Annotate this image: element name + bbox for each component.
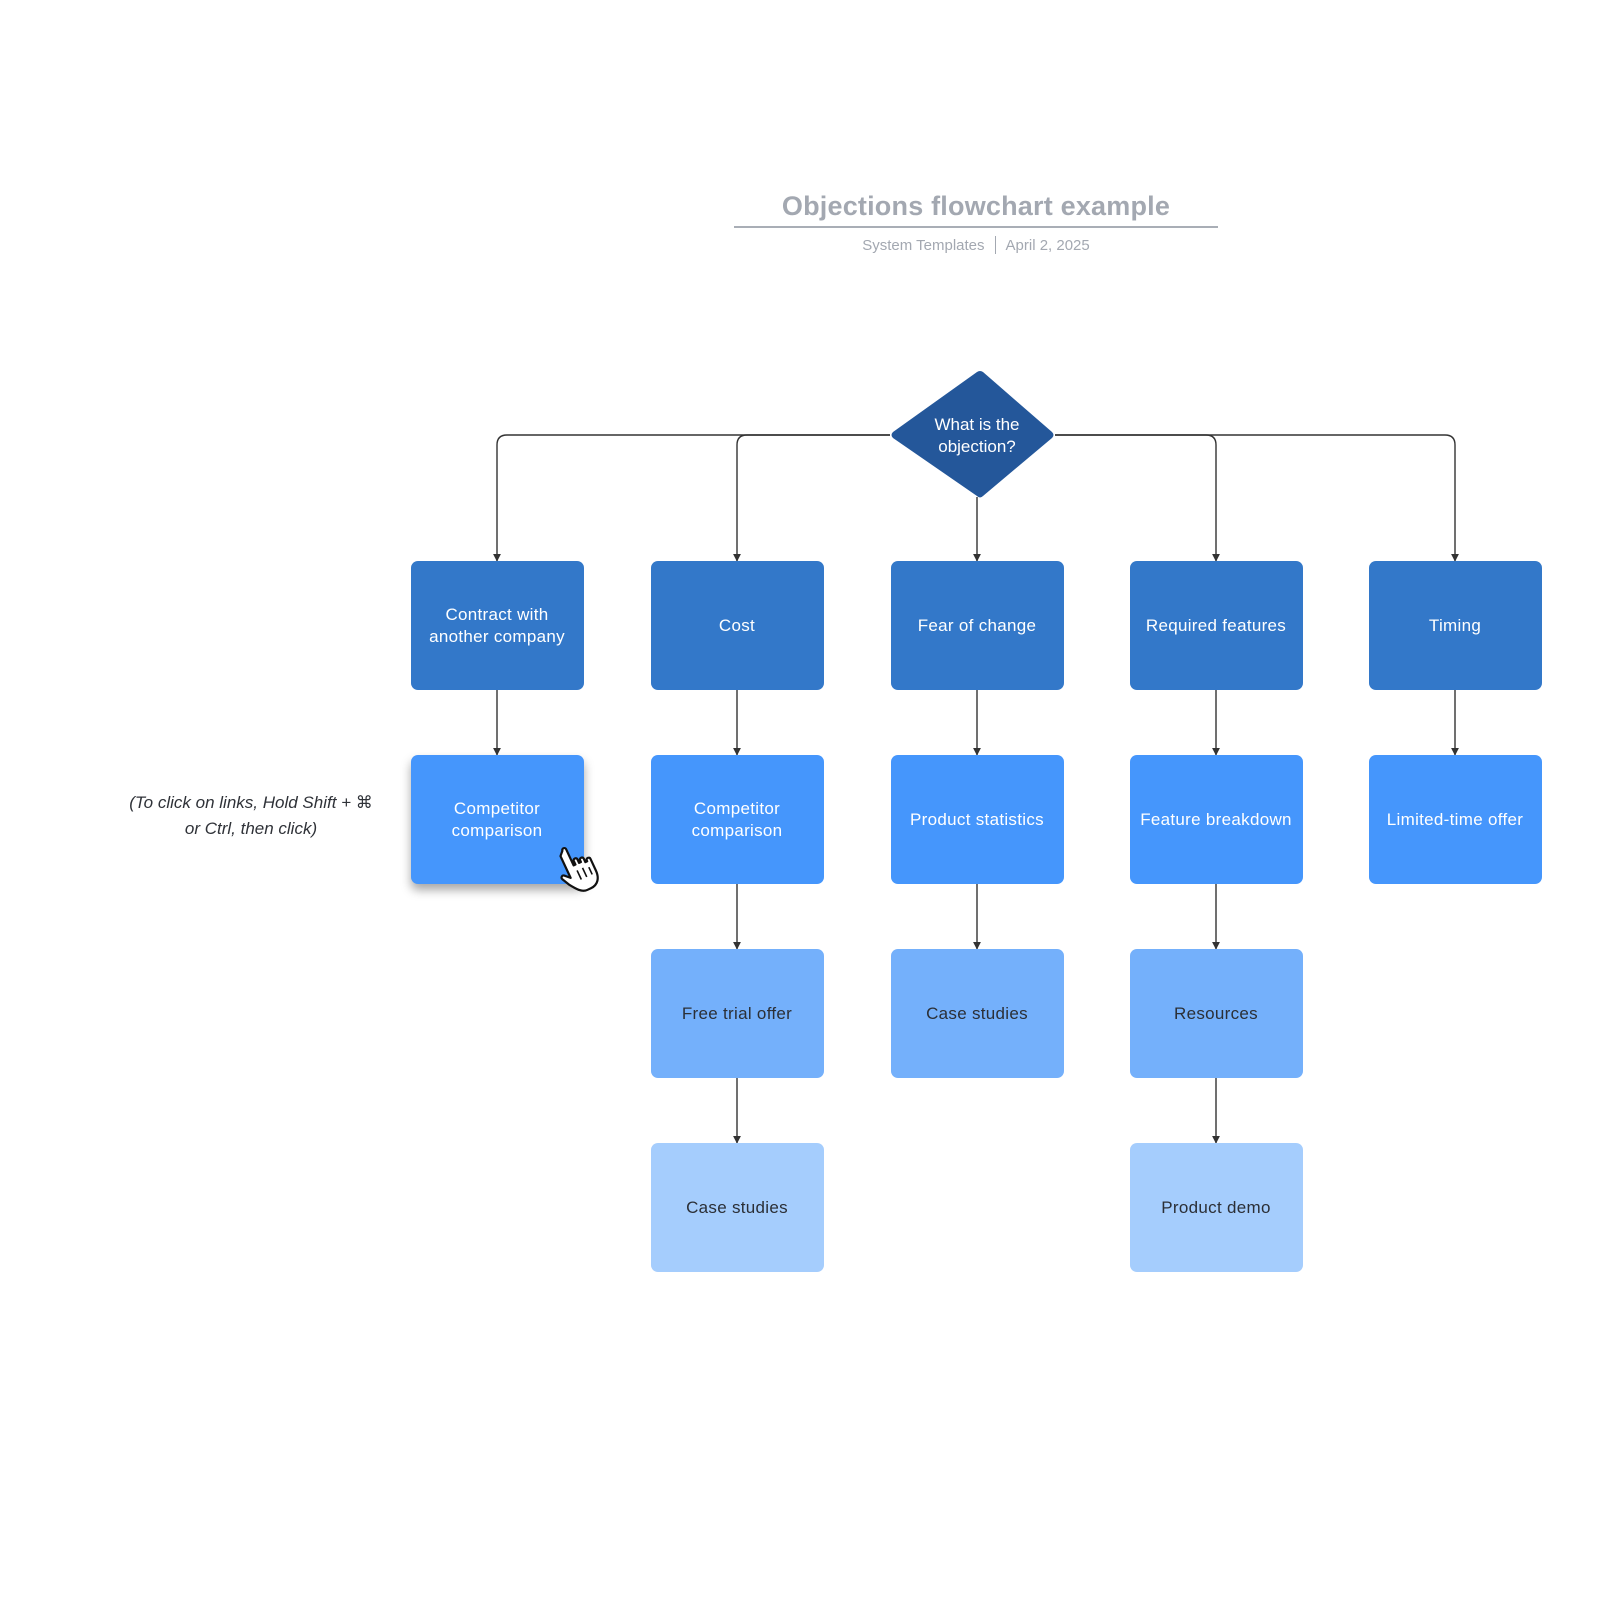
- node-label: Free trial offer: [681, 1003, 793, 1023]
- objection-node[interactable]: Fear of change: [890, 561, 1064, 690]
- connector-decision-to-objection: [733, 434, 890, 562]
- response-node[interactable]: Product statistics: [890, 755, 1064, 884]
- node-label: Feature breakdown: [1140, 809, 1292, 829]
- link-hint-line-1: (To click on links, Hold Shift + ⌘: [129, 793, 373, 812]
- node-label: Competitor comparison: [691, 798, 783, 840]
- response-node[interactable]: Case studies: [890, 949, 1064, 1078]
- pointer-hand-icon: [559, 847, 599, 892]
- node-label: Resources: [1174, 1003, 1258, 1023]
- objection-node[interactable]: Timing: [1368, 561, 1542, 690]
- node-label: Product statistics: [910, 809, 1044, 829]
- connector-decision-to-objection: [1055, 434, 1220, 562]
- response-node[interactable]: Feature breakdown: [1129, 755, 1303, 884]
- node-label: Limited-time offer: [1386, 809, 1524, 829]
- response-node[interactable]: Limited-time offer: [1368, 755, 1542, 884]
- node-label: Fear of change: [917, 615, 1037, 635]
- node-label: Timing: [1428, 615, 1482, 635]
- response-node[interactable]: Resources: [1129, 949, 1303, 1078]
- response-node[interactable]: Product demo: [1129, 1143, 1303, 1272]
- connector-decision-to-objection: [1055, 434, 1459, 562]
- response-node[interactable]: Competitor comparison: [650, 755, 824, 884]
- node-label: Required features: [1145, 615, 1287, 635]
- node-label: Product demo: [1161, 1197, 1271, 1217]
- link-hint: (To click on links, Hold Shift + ⌘ or Ct…: [106, 790, 396, 842]
- node-label: Competitor comparison: [451, 798, 543, 840]
- decision-label: What is the objection?: [917, 414, 1037, 458]
- objection-node[interactable]: Cost: [650, 561, 824, 690]
- node-label: Cost: [718, 615, 756, 635]
- response-node[interactable]: Free trial offer: [650, 949, 824, 1078]
- connector-decision-to-objection: [493, 434, 890, 562]
- link-hint-line-2: or Ctrl, then click): [184, 819, 318, 838]
- objection-node[interactable]: Required features: [1129, 561, 1303, 690]
- decision-label-line-2: objection?: [938, 437, 1016, 456]
- node-label: Case studies: [926, 1003, 1028, 1023]
- node-label: Contract with another company: [429, 604, 565, 646]
- response-node[interactable]: Case studies: [650, 1143, 824, 1272]
- objection-node[interactable]: Contract with another company: [410, 561, 584, 690]
- node-label: Case studies: [686, 1197, 788, 1217]
- decision-label-line-1: What is the: [934, 415, 1020, 434]
